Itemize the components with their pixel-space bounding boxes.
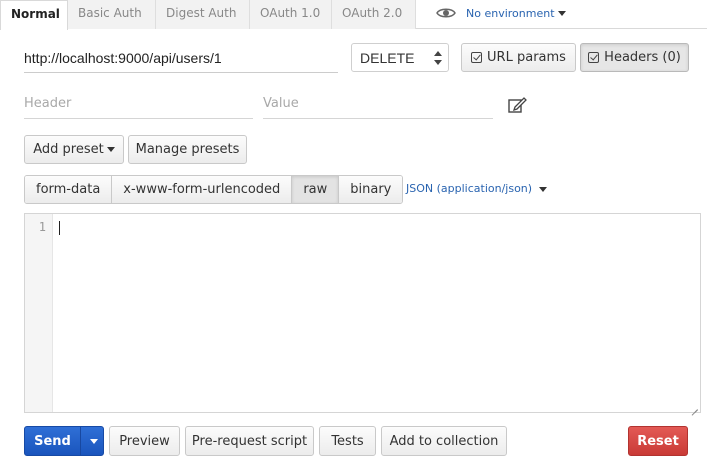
text-cursor [59, 221, 60, 235]
editor-gutter: 1 [25, 214, 53, 412]
chevron-down-icon [557, 10, 566, 16]
pre-request-label: Pre-request script [191, 433, 308, 449]
send-options-button[interactable] [81, 427, 103, 455]
method-select[interactable]: DELETE [351, 43, 449, 72]
preview-button[interactable]: Preview [109, 426, 180, 456]
tab-oauth-1[interactable]: OAuth 1.0 [250, 0, 332, 29]
url-params-label: URL params [487, 50, 566, 65]
line-number: 1 [38, 220, 46, 234]
manage-presets-label: Manage presets [135, 142, 240, 157]
eye-icon [436, 8, 456, 18]
environment-selector[interactable]: No environment [436, 4, 566, 22]
chevron-down-icon [106, 147, 115, 152]
tests-button[interactable]: Tests [319, 426, 376, 456]
chevron-down-icon [538, 186, 547, 192]
tab-oauth-2[interactable]: OAuth 2.0 [332, 0, 416, 29]
preview-label: Preview [119, 433, 170, 449]
reset-button[interactable]: Reset [628, 426, 688, 456]
tab-digest-auth[interactable]: Digest Auth [156, 0, 250, 29]
url-input[interactable] [24, 43, 338, 73]
edit-icon [588, 52, 600, 63]
header-value-input[interactable] [263, 89, 493, 119]
updown-arrows-icon [434, 51, 442, 65]
manage-presets-button[interactable]: Manage presets [128, 135, 247, 164]
body-mode-switch: form-data x-www-form-urlencoded raw bina… [24, 175, 404, 204]
edit-icon[interactable] [507, 95, 527, 115]
add-to-collection-button[interactable]: Add to collection [381, 426, 507, 456]
edit-icon [471, 52, 483, 63]
pre-request-script-button[interactable]: Pre-request script [185, 426, 314, 456]
body-mode-binary[interactable]: binary [339, 176, 403, 203]
method-value: DELETE [360, 50, 415, 66]
content-type-selector[interactable]: JSON (application/json) [406, 182, 547, 195]
environment-label[interactable]: No environment [466, 7, 555, 20]
header-key-input[interactable] [24, 89, 253, 119]
url-params-button[interactable]: URL params [461, 43, 576, 72]
body-mode-urlencoded[interactable]: x-www-form-urlencoded [112, 176, 293, 203]
tests-label: Tests [331, 433, 364, 449]
headers-label: Headers (0) [604, 50, 681, 65]
tab-basic-auth[interactable]: Basic Auth [68, 0, 156, 29]
chevron-down-icon [89, 438, 98, 444]
auth-tabs: Normal Basic Auth Digest Auth OAuth 1.0 … [0, 0, 707, 30]
add-to-collection-label: Add to collection [389, 433, 499, 449]
body-mode-raw[interactable]: raw [292, 176, 340, 203]
body-mode-form-data[interactable]: form-data [25, 176, 113, 203]
send-button[interactable]: Send [25, 427, 81, 455]
resize-handle-icon[interactable] [690, 402, 698, 410]
tab-normal[interactable]: Normal [0, 0, 68, 30]
headers-button[interactable]: Headers (0) [580, 43, 689, 72]
add-preset-button[interactable]: Add preset [24, 135, 124, 164]
send-button-group: Send [24, 426, 104, 456]
add-preset-label: Add preset [33, 142, 104, 157]
content-type-label: JSON (application/json) [406, 182, 533, 195]
body-editor[interactable]: 1 [24, 213, 701, 413]
